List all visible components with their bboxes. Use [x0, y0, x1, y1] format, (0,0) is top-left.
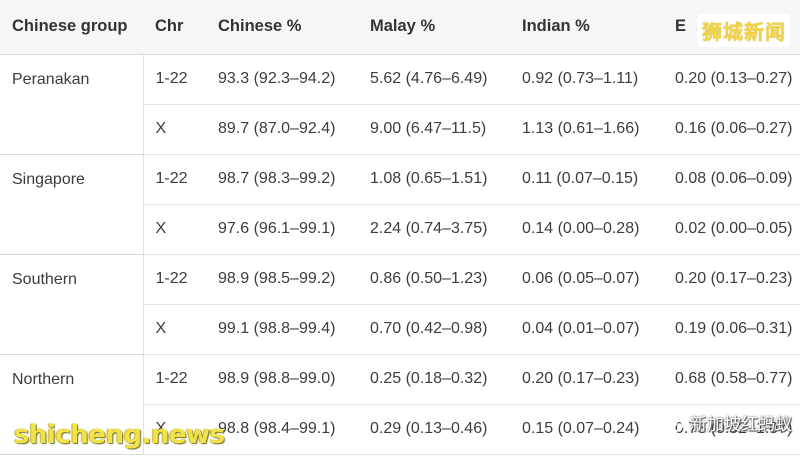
- malay-pct-cell: 5.62 (4.76–6.49): [358, 54, 510, 105]
- header-row: Chinese group Chr Chinese % Malay % Indi…: [0, 0, 800, 55]
- indian-pct-cell: 0.06 (0.05–0.07): [510, 254, 663, 305]
- chinese-pct-cell: 98.9 (98.5–99.2): [206, 254, 358, 305]
- header-malay-pct: Malay %: [358, 0, 510, 55]
- data-table-container: Chinese group Chr Chinese % Malay % Indi…: [0, 0, 800, 457]
- table-body: Peranakan 1-22 93.3 (92.3–94.2) 5.62 (4.…: [0, 54, 800, 455]
- table-row: Peranakan 1-22 93.3 (92.3–94.2) 5.62 (4.…: [0, 54, 800, 155]
- chinese-pct-cell: 89.7 (87.0–92.4): [206, 104, 358, 155]
- chinese-pct-cell: 97.6 (96.1–99.1): [206, 204, 358, 255]
- malay-pct-cell: 0.29 (0.13–0.46): [358, 404, 510, 455]
- watermark-top-right: 狮城新闻: [698, 14, 790, 47]
- header-indian-pct: Indian %: [510, 0, 663, 55]
- malay-pct-cell: 0.25 (0.18–0.32): [358, 354, 510, 405]
- chinese-pct-cell: 98.9 (98.8–99.0): [206, 354, 358, 405]
- chinese-pct-cell: 98.7 (98.3–99.2): [206, 154, 358, 205]
- chinese-pct-cell: 98.8 (98.4–99.1): [206, 404, 358, 455]
- fifth-col-cell: 0.02 (0.00–0.05): [663, 204, 800, 255]
- ancestry-table: Chinese group Chr Chinese % Malay % Indi…: [0, 0, 800, 455]
- chr-cell: X: [143, 204, 206, 255]
- malay-pct-cell: 0.86 (0.50–1.23): [358, 254, 510, 305]
- indian-pct-cell: 0.92 (0.73–1.11): [510, 54, 663, 105]
- chr-cell: 1-22: [143, 254, 206, 305]
- malay-pct-cell: 0.70 (0.42–0.98): [358, 304, 510, 355]
- header-chr: Chr: [143, 0, 206, 55]
- fifth-col-cell: 0.20 (0.13–0.27): [663, 54, 800, 105]
- fifth-col-cell: 0.08 (0.06–0.09): [663, 154, 800, 205]
- table-row: Southern 1-22 98.9 (98.5–99.2) 0.86 (0.5…: [0, 254, 800, 355]
- watermark-bottom-right: 新加坡红蚂蚁: [658, 410, 792, 435]
- watermark-bottom-right-text: 新加坡红蚂蚁: [690, 415, 792, 435]
- table-row: Singapore 1-22 98.7 (98.3–99.2) 1.08 (0.…: [0, 154, 800, 255]
- indian-pct-cell: 0.20 (0.17–0.23): [510, 354, 663, 405]
- fifth-col-cell: 0.68 (0.58–0.77): [663, 354, 800, 405]
- group-name-cell: Southern: [0, 254, 144, 355]
- malay-pct-cell: 1.08 (0.65–1.51): [358, 154, 510, 205]
- chr-cell: 1-22: [143, 154, 206, 205]
- header-chinese-pct: Chinese %: [206, 0, 358, 55]
- table-row: Northern 1-22 98.9 (98.8–99.0) 0.25 (0.1…: [0, 354, 800, 455]
- watermark-bottom-left: shicheng.news: [14, 420, 225, 450]
- fifth-col-cell: 0.20 (0.17–0.23): [663, 254, 800, 305]
- fifth-col-cell: 0.19 (0.06–0.31): [663, 304, 800, 355]
- chr-cell: X: [143, 304, 206, 355]
- chr-cell: X: [143, 104, 206, 155]
- group-name-cell: Singapore: [0, 154, 144, 255]
- indian-pct-cell: 0.15 (0.07–0.24): [510, 404, 663, 455]
- malay-pct-cell: 9.00 (6.47–11.5): [358, 104, 510, 155]
- malay-pct-cell: 2.24 (0.74–3.75): [358, 204, 510, 255]
- header-chinese-group: Chinese group: [0, 0, 143, 55]
- chr-cell: 1-22: [143, 354, 206, 405]
- indian-pct-cell: 0.14 (0.00–0.28): [510, 204, 663, 255]
- indian-pct-cell: 0.11 (0.07–0.15): [510, 154, 663, 205]
- fifth-col-cell: 0.16 (0.06–0.27): [663, 104, 800, 155]
- chinese-pct-cell: 99.1 (98.8–99.4): [206, 304, 358, 355]
- group-name-cell: Peranakan: [0, 54, 144, 155]
- wechat-icon: [658, 412, 684, 434]
- indian-pct-cell: 0.04 (0.01–0.07): [510, 304, 663, 355]
- indian-pct-cell: 1.13 (0.61–1.66): [510, 104, 663, 155]
- table-header: Chinese group Chr Chinese % Malay % Indi…: [0, 0, 800, 55]
- chr-cell: 1-22: [143, 54, 206, 105]
- chinese-pct-cell: 93.3 (92.3–94.2): [206, 54, 358, 105]
